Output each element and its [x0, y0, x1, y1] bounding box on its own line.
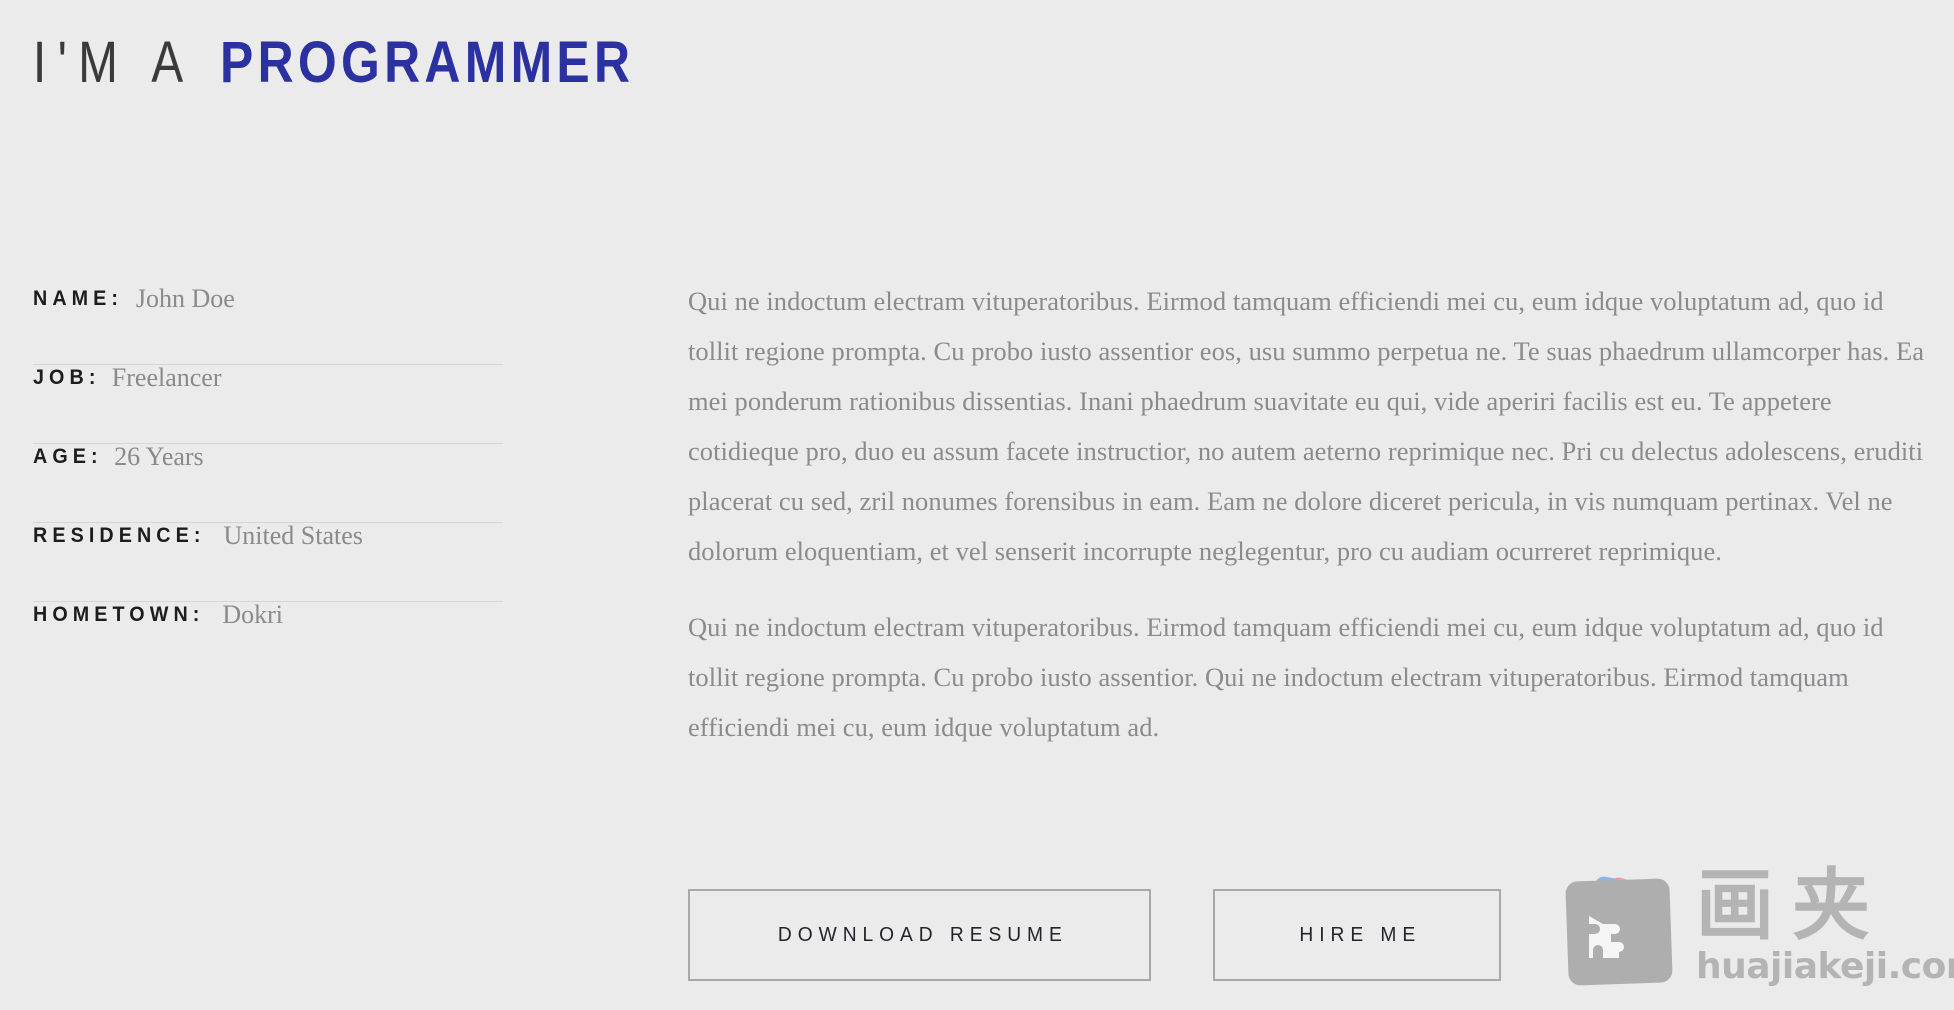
- info-label-job: JOB:: [33, 366, 101, 389]
- info-value-residence: United States: [223, 521, 363, 550]
- watermark-glyph-hua: 画: [1696, 861, 1775, 951]
- info-value-job: Freelancer: [111, 363, 222, 392]
- profile-page: I'M A PROGRAMMER NAME: John Doe JOB: Free…: [0, 0, 1954, 1010]
- info-row-name: NAME: John Doe: [33, 286, 503, 365]
- about-paragraph-2: Qui ne indoctum electram vituperatoribus…: [688, 612, 1884, 742]
- about-paragraph-1: Qui ne indoctum electram vituperatoribus…: [688, 286, 1925, 566]
- watermark-glyph-jia: 夹: [1792, 861, 1871, 951]
- action-button-row: DOWNLOAD RESUME HIRE ME: [688, 889, 1501, 981]
- download-resume-label: DOWNLOAD RESUME: [777, 923, 1068, 946]
- info-row-job: JOB: Freelancer: [33, 365, 503, 444]
- watermark-domain: huajiakeji.com: [1696, 946, 1954, 987]
- info-label-age: AGE:: [33, 445, 103, 468]
- hire-me-label: HIRE ME: [1299, 923, 1421, 946]
- info-value-hometown: Dokri: [222, 600, 284, 629]
- personal-info-list: NAME: John Doe JOB: Freelancer AGE: 26 Y…: [33, 286, 503, 681]
- watermark: 画 夹 huajiakeji.com: [1548, 862, 1954, 1010]
- page-title-highlight: PROGRAMMER: [220, 30, 635, 95]
- hire-me-button[interactable]: HIRE ME: [1213, 889, 1501, 981]
- watermark-brand: 画 夹: [1696, 866, 1870, 946]
- info-row-residence: RESIDENCE: United States: [33, 523, 503, 602]
- info-label-name: NAME:: [33, 287, 124, 310]
- info-row-age: AGE: 26 Years: [33, 444, 503, 523]
- watermark-text: 画 夹 huajiakeji.com: [1696, 866, 1954, 986]
- page-title-prefix: I'M A: [33, 30, 195, 95]
- info-label-hometown: HOMETOWN:: [33, 603, 205, 626]
- info-value-age: 26 Years: [114, 442, 204, 471]
- stacked-cards-puzzle-icon: [1548, 862, 1690, 1002]
- info-row-hometown: HOMETOWN: Dokri: [33, 602, 503, 681]
- about-content: Qui ne indoctum electram vituperatoribus…: [688, 276, 1928, 752]
- download-resume-button[interactable]: DOWNLOAD RESUME: [688, 889, 1151, 981]
- page-title: I'M A PROGRAMMER: [33, 30, 702, 95]
- info-label-residence: RESIDENCE:: [33, 524, 206, 547]
- info-value-name: John Doe: [135, 284, 235, 313]
